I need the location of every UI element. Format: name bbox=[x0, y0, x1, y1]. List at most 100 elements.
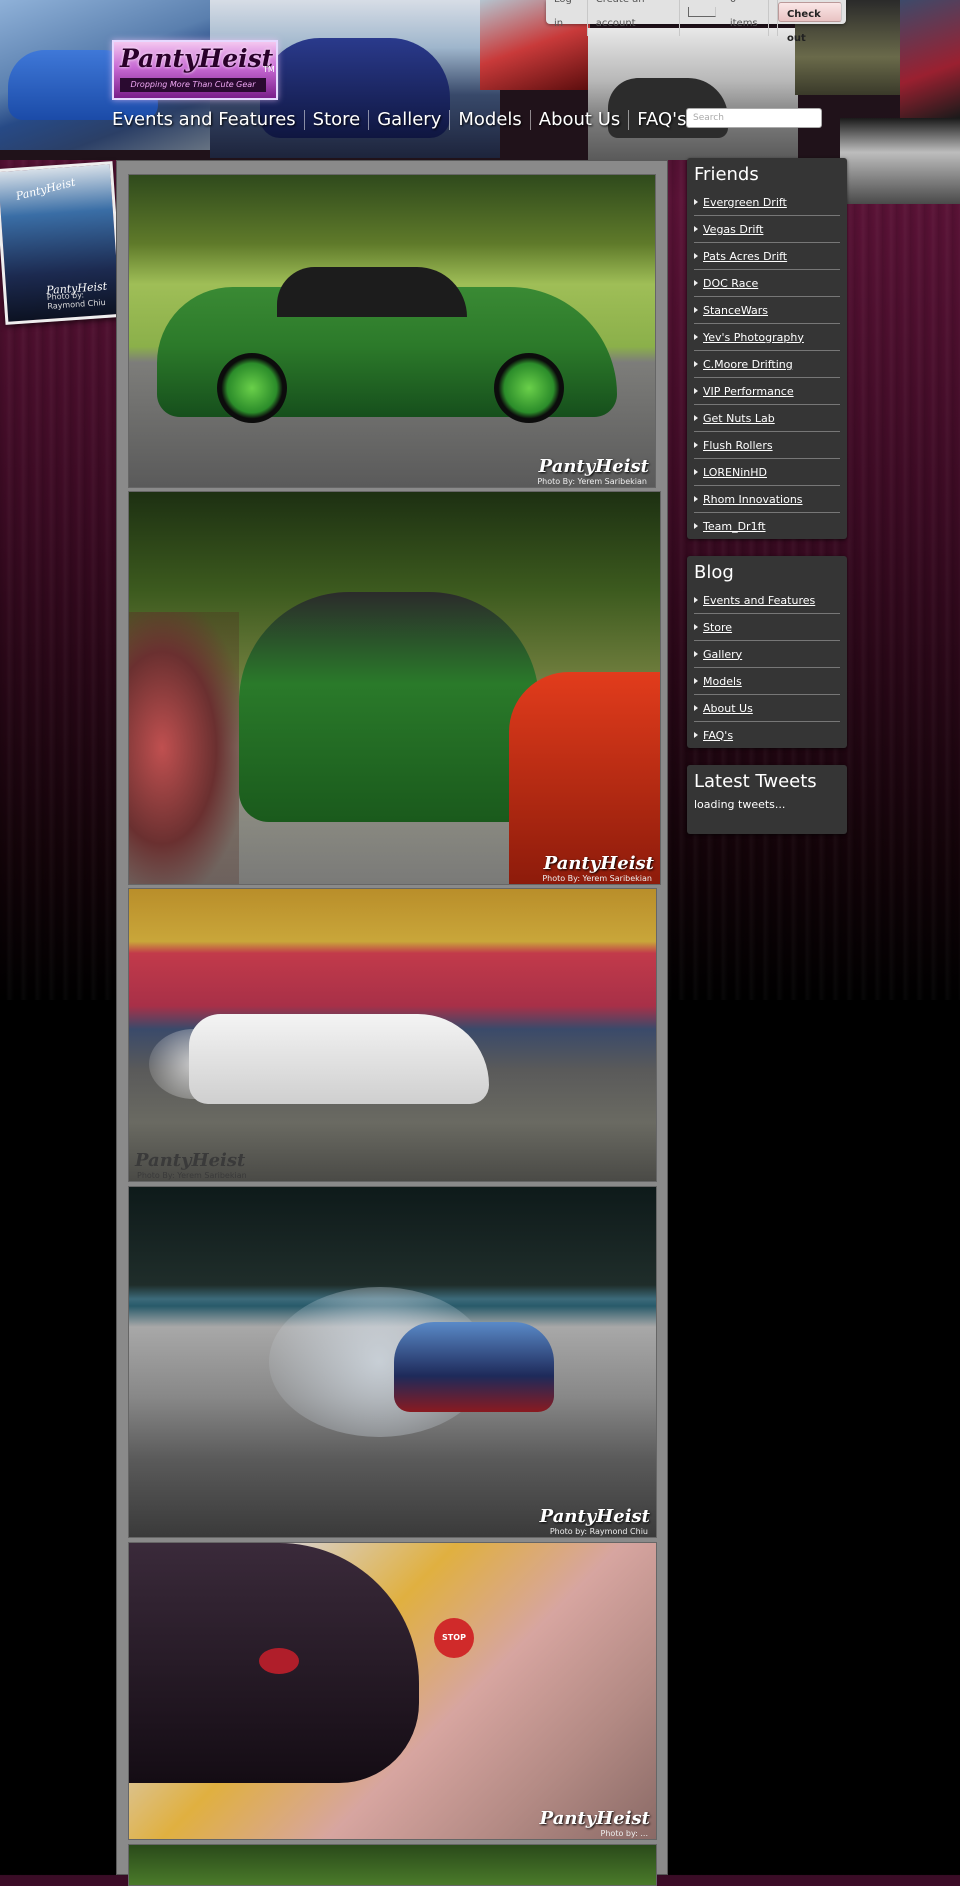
header-photo-corner bbox=[900, 0, 960, 118]
bullet-arrow-icon bbox=[694, 334, 698, 340]
tweets-status: loading tweets... bbox=[694, 798, 786, 811]
list-item: FAQ's bbox=[694, 722, 840, 748]
list-item: StanceWars bbox=[694, 297, 840, 324]
list-item: LORENinHD bbox=[694, 459, 840, 486]
main-nav: Events and Features Store Gallery Models… bbox=[112, 110, 694, 130]
gallery-photo[interactable]: PantyHeist Photo By: Yerem Saribekian bbox=[128, 888, 657, 1182]
tweets-widget: Latest Tweets loading tweets... bbox=[687, 765, 847, 834]
gallery-photo[interactable]: PantyHeist Photo By: Yerem Saribekian bbox=[128, 174, 656, 488]
blog-link[interactable]: Store bbox=[703, 621, 732, 634]
list-item: About Us bbox=[694, 695, 840, 722]
bullet-arrow-icon bbox=[694, 253, 698, 259]
bullet-arrow-icon bbox=[694, 732, 698, 738]
logo-trademark: TM bbox=[263, 65, 275, 74]
bullet-arrow-icon bbox=[694, 442, 698, 448]
login-link[interactable]: Log in bbox=[546, 0, 588, 36]
list-item: Pats Acres Drift bbox=[694, 243, 840, 270]
friend-link[interactable]: Evergreen Drift bbox=[703, 196, 787, 209]
list-item: Store bbox=[694, 614, 840, 641]
blog-list: Events and Features Store Gallery Models… bbox=[687, 587, 847, 748]
gallery-photo[interactable]: PantyHeist Photo By: Yerem Saribekian bbox=[128, 491, 661, 885]
nav-models[interactable]: Models bbox=[450, 110, 531, 130]
checkout-button[interactable]: Check out bbox=[777, 2, 842, 44]
photo-credit: Photo by: ... bbox=[600, 1829, 648, 1838]
photo-credit: Photo by: Raymond Chiu bbox=[549, 1527, 648, 1536]
nav-about[interactable]: About Us bbox=[531, 110, 630, 130]
friend-link[interactable]: Vegas Drift bbox=[703, 223, 763, 236]
create-account-link[interactable]: Create an account bbox=[588, 0, 681, 36]
search-input[interactable] bbox=[686, 108, 822, 128]
friend-link[interactable]: Yev's Photography bbox=[703, 331, 804, 344]
bullet-arrow-icon bbox=[694, 226, 698, 232]
friends-title: Friends bbox=[694, 164, 759, 185]
friend-link[interactable]: Rhom Innovations bbox=[703, 493, 803, 506]
bullet-arrow-icon bbox=[694, 280, 698, 286]
friend-link[interactable]: Pats Acres Drift bbox=[703, 250, 787, 263]
list-item: DOC Race bbox=[694, 270, 840, 297]
friend-link[interactable]: StanceWars bbox=[703, 304, 768, 317]
bullet-arrow-icon bbox=[694, 597, 698, 603]
photo-credit: Photo By: Yerem Saribekian bbox=[537, 477, 647, 486]
friend-link[interactable]: Flush Rollers bbox=[703, 439, 773, 452]
photo-credit: Photo By: Yerem Saribekian bbox=[542, 874, 652, 883]
photo-watermark: PantyHeist bbox=[538, 456, 649, 477]
list-item: Rhom Innovations bbox=[694, 486, 840, 513]
list-item: Team_Dr1ft bbox=[694, 513, 840, 539]
bullet-arrow-icon bbox=[694, 415, 698, 421]
blog-title: Blog bbox=[694, 562, 734, 583]
blog-link[interactable]: Gallery bbox=[703, 648, 742, 661]
bullet-arrow-icon bbox=[694, 388, 698, 394]
main-content: PantyHeist Photo By: Yerem Saribekian Pa… bbox=[116, 160, 668, 1886]
blog-link[interactable]: Events and Features bbox=[703, 594, 815, 607]
photo-watermark: PantyHeist bbox=[539, 1808, 650, 1829]
photo-watermark: PantyHeist bbox=[135, 1150, 246, 1171]
stop-sign-icon: STOP bbox=[434, 1618, 474, 1658]
list-item: Vegas Drift bbox=[694, 216, 840, 243]
friend-link[interactable]: C.Moore Drifting bbox=[703, 358, 793, 371]
friend-link[interactable]: LORENinHD bbox=[703, 466, 767, 479]
friend-link[interactable]: Get Nuts Lab bbox=[703, 412, 775, 425]
nav-events[interactable]: Events and Features bbox=[112, 110, 305, 130]
bullet-arrow-icon bbox=[694, 361, 698, 367]
photo-watermark: PantyHeist bbox=[543, 853, 654, 874]
cart-link[interactable]: 0 items bbox=[680, 0, 778, 36]
nav-gallery[interactable]: Gallery bbox=[369, 110, 451, 130]
friends-widget: Friends Evergreen Drift Vegas Drift Pats… bbox=[687, 158, 847, 539]
blog-link[interactable]: Models bbox=[703, 675, 742, 688]
bullet-arrow-icon bbox=[694, 307, 698, 313]
list-item: Gallery bbox=[694, 641, 840, 668]
list-item: Evergreen Drift bbox=[694, 189, 840, 216]
list-item: C.Moore Drifting bbox=[694, 351, 840, 378]
gallery-photo[interactable]: PantyHeist Photo by: Raymond Chiu bbox=[128, 1186, 657, 1538]
account-bar: Log in Create an account 0 items Check o… bbox=[546, 0, 846, 44]
side-photo-credit: Photo by: Raymond Chiu bbox=[46, 290, 106, 311]
cart-count: 0 items bbox=[722, 0, 769, 36]
photo-credit: Photo By: Yerem Saribekian bbox=[137, 1171, 247, 1180]
photo-watermark: PantyHeist bbox=[539, 1506, 650, 1527]
gallery-photo[interactable]: STOP PantyHeist Photo by: ... bbox=[128, 1542, 657, 1840]
friend-link[interactable]: DOC Race bbox=[703, 277, 758, 290]
header-photo-bw-drift bbox=[588, 28, 798, 160]
list-item: VIP Performance bbox=[694, 378, 840, 405]
header-photo-bw-small bbox=[840, 118, 960, 204]
logo-tagline: Dropping More Than Cute Gear bbox=[120, 78, 266, 92]
bullet-arrow-icon bbox=[694, 199, 698, 205]
blog-widget: Blog Events and Features Store Gallery M… bbox=[687, 556, 847, 748]
blog-link[interactable]: FAQ's bbox=[703, 729, 733, 742]
friends-list: Evergreen Drift Vegas Drift Pats Acres D… bbox=[687, 189, 847, 539]
list-item: Get Nuts Lab bbox=[694, 405, 840, 432]
nav-faq[interactable]: FAQ's bbox=[629, 110, 694, 130]
side-photo-watermark-top: PantyHeist bbox=[14, 175, 77, 203]
bullet-arrow-icon bbox=[694, 705, 698, 711]
friend-link[interactable]: VIP Performance bbox=[703, 385, 794, 398]
list-item: Flush Rollers bbox=[694, 432, 840, 459]
blog-link[interactable]: About Us bbox=[703, 702, 753, 715]
gallery-photo[interactable] bbox=[128, 1844, 657, 1886]
nav-store[interactable]: Store bbox=[305, 110, 370, 130]
bullet-arrow-icon bbox=[694, 651, 698, 657]
site-logo[interactable]: PantyHeist Dropping More Than Cute Gear bbox=[112, 40, 278, 100]
bullet-arrow-icon bbox=[694, 678, 698, 684]
bullet-arrow-icon bbox=[694, 523, 698, 529]
friend-link[interactable]: Team_Dr1ft bbox=[703, 520, 766, 533]
bullet-arrow-icon bbox=[694, 496, 698, 502]
